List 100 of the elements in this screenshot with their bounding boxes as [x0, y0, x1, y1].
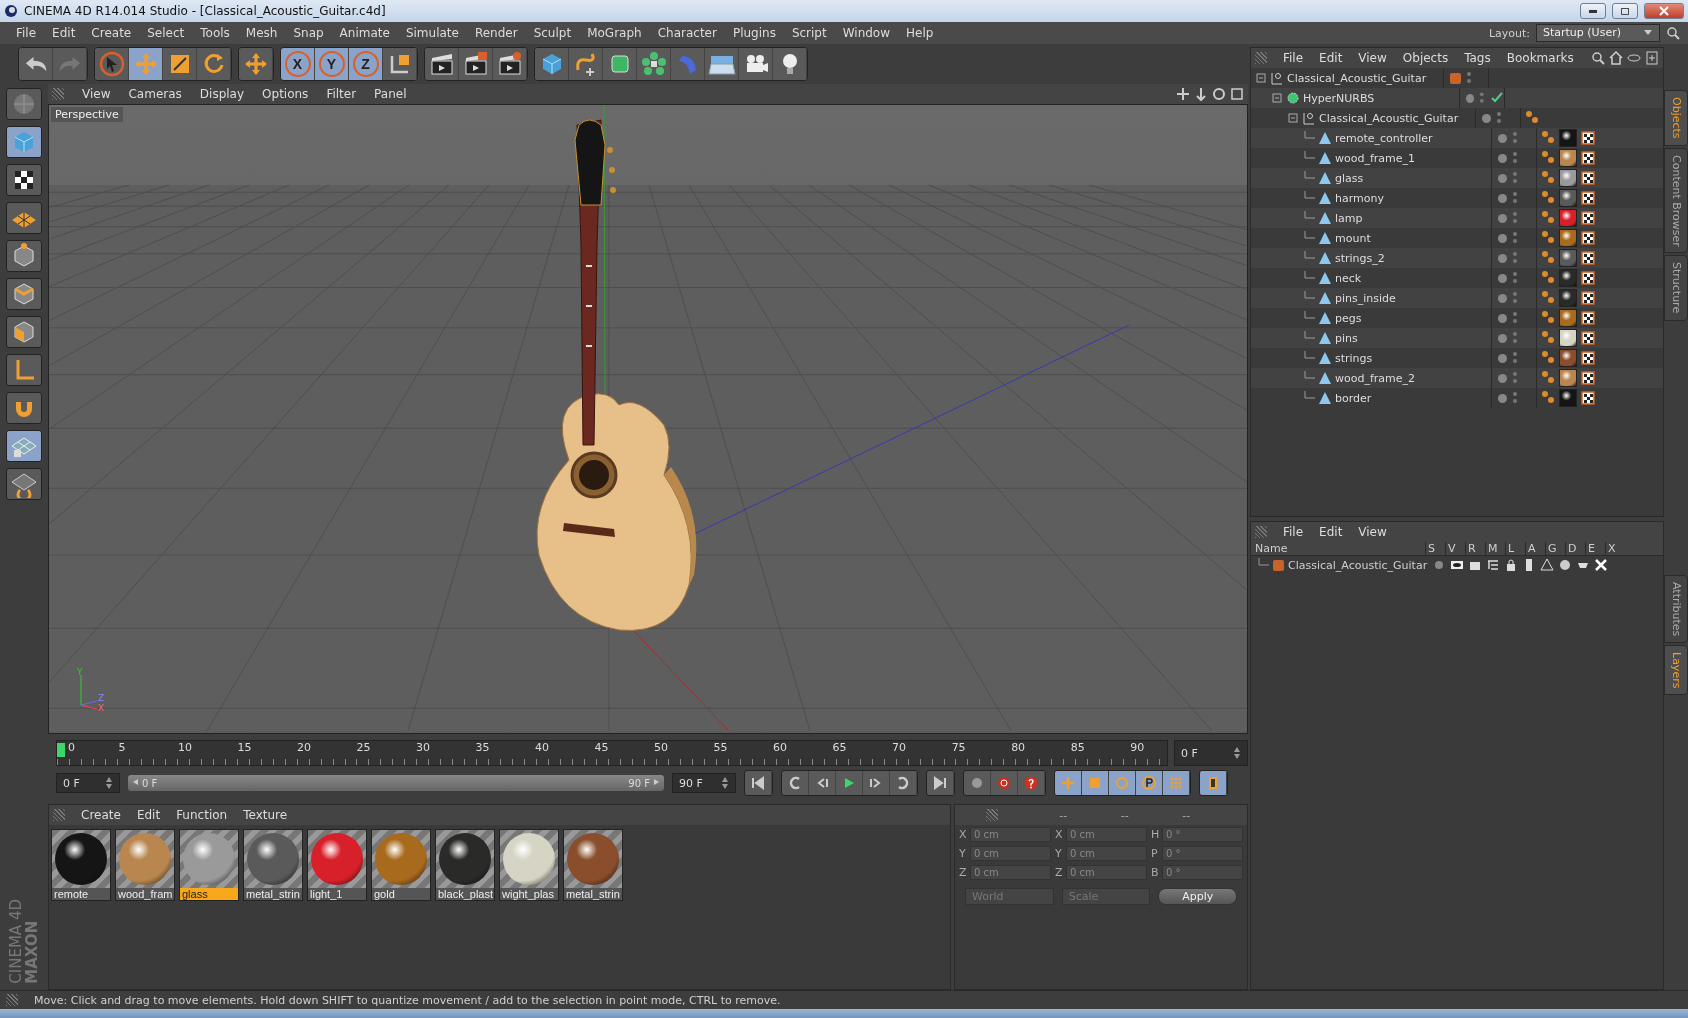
material-tag[interactable]: [1559, 209, 1577, 227]
editor-dot-icon[interactable]: [1466, 93, 1475, 103]
material-tag[interactable]: [1559, 269, 1577, 287]
object-name[interactable]: HyperNURBS: [1303, 91, 1375, 105]
viewport[interactable]: Perspective Y Z X: [48, 104, 1248, 734]
layout-dropdown[interactable]: Startup (User): [1536, 24, 1660, 42]
minimize-button[interactable]: [1580, 3, 1606, 19]
object-name[interactable]: Classical_Acoustic_Guitar: [1287, 71, 1427, 85]
editor-dot-icon[interactable]: [1498, 373, 1507, 383]
material-tag[interactable]: [1559, 129, 1577, 147]
material-tag[interactable]: [1559, 229, 1577, 247]
object-name[interactable]: pins: [1335, 331, 1358, 345]
toolbar-button[interactable]: [535, 48, 569, 80]
tool-button[interactable]: [6, 202, 42, 234]
grip-handle[interactable]: [1255, 526, 1267, 538]
grip-handle[interactable]: [52, 88, 64, 100]
menu-item[interactable]: Create: [83, 26, 140, 40]
layer-name[interactable]: Classical_Acoustic_Guitar: [1288, 558, 1428, 572]
tool-button[interactable]: [6, 164, 42, 196]
toolbar-button[interactable]: X: [281, 48, 315, 80]
column-header[interactable]: X: [1605, 542, 1625, 555]
menu-item[interactable]: MoGraph: [579, 26, 650, 40]
object-name[interactable]: pegs: [1335, 311, 1362, 325]
material-swatch[interactable]: gold: [371, 829, 431, 901]
menu-item[interactable]: Edit: [44, 26, 84, 40]
object-name[interactable]: wood_frame_1: [1335, 151, 1416, 165]
menu-item[interactable]: Tools: [192, 26, 238, 40]
menu-item[interactable]: File: [1275, 525, 1312, 539]
menu-item[interactable]: Edit: [128, 808, 169, 822]
menu-item[interactable]: Plugins: [724, 26, 784, 40]
menu-item[interactable]: Panel: [366, 87, 415, 101]
material-swatch[interactable]: metal_strin: [563, 829, 623, 901]
editor-dot-icon[interactable]: [1498, 293, 1507, 303]
menu-item[interactable]: Bookmarks: [1498, 51, 1582, 65]
object-name[interactable]: Classical_Acoustic_Guitar: [1319, 111, 1459, 125]
material-swatch[interactable]: glass: [179, 829, 239, 901]
object-name[interactable]: mount: [1335, 231, 1371, 245]
menu-item[interactable]: Character: [649, 26, 725, 40]
menu-item[interactable]: Simulate: [397, 26, 467, 40]
apply-button[interactable]: Apply: [1158, 888, 1237, 905]
menu-item[interactable]: Options: [254, 87, 317, 101]
menu-item[interactable]: Render: [466, 26, 526, 40]
start-frame-field[interactable]: 0 F: [56, 773, 120, 793]
object-name[interactable]: strings: [1335, 351, 1373, 365]
toolbar-button[interactable]: [425, 48, 459, 80]
menu-item[interactable]: Mesh: [237, 26, 286, 40]
menu-item[interactable]: Function: [168, 808, 236, 822]
grip-handle[interactable]: [1255, 52, 1267, 64]
menu-item[interactable]: Edit: [1311, 51, 1351, 65]
tool-button[interactable]: [6, 392, 42, 424]
menu-item[interactable]: Create: [73, 808, 129, 822]
editor-dot-icon[interactable]: [1498, 153, 1507, 163]
material-tag[interactable]: [1559, 309, 1577, 327]
close-button[interactable]: [1644, 3, 1684, 19]
menu-item[interactable]: View: [74, 87, 119, 101]
side-tab[interactable]: Structure: [1664, 255, 1688, 321]
menu-item[interactable]: Animate: [331, 26, 398, 40]
object-name[interactable]: strings_2: [1335, 251, 1385, 265]
tool-button[interactable]: [6, 126, 42, 158]
timeline-ruler[interactable]: 0 5 10 15 20 25 30 35 40 45 50 55 60 65 70 75 80 85 90: [56, 740, 1168, 766]
column-header[interactable]: Name: [1251, 542, 1425, 555]
material-swatch[interactable]: light_1: [307, 829, 367, 901]
menu-item[interactable]: Tags: [1456, 51, 1499, 65]
restore-button[interactable]: [1612, 3, 1638, 19]
tool-button[interactable]: [6, 354, 42, 386]
editor-dot-icon[interactable]: [1498, 133, 1507, 143]
object-name[interactable]: pins_inside: [1335, 291, 1396, 305]
menu-item[interactable]: Texture: [235, 808, 296, 822]
editor-dot-icon[interactable]: [1498, 253, 1507, 263]
object-name[interactable]: border: [1335, 391, 1372, 405]
material-tag[interactable]: [1559, 249, 1577, 267]
grip-handle[interactable]: [985, 809, 998, 821]
toolbar-button[interactable]: Z: [349, 48, 383, 80]
tool-button[interactable]: [6, 468, 42, 500]
tool-button[interactable]: [6, 240, 42, 272]
tool-button[interactable]: [6, 430, 42, 462]
editor-dot-icon[interactable]: [1498, 353, 1507, 363]
object-name[interactable]: glass: [1335, 171, 1364, 185]
object-name[interactable]: wood_frame_2: [1335, 371, 1416, 385]
toolbar-button[interactable]: [705, 48, 739, 80]
object-name[interactable]: lamp: [1335, 211, 1363, 225]
column-header[interactable]: S: [1425, 542, 1445, 555]
column-header[interactable]: M: [1485, 542, 1505, 555]
material-tag[interactable]: [1559, 189, 1577, 207]
material-tag[interactable]: [1559, 149, 1577, 167]
material-tag[interactable]: [1559, 389, 1577, 407]
material-tag[interactable]: [1559, 329, 1577, 347]
menu-item[interactable]: Select: [139, 26, 193, 40]
material-swatch[interactable]: wood_fram: [115, 829, 175, 901]
side-tab[interactable]: Objects: [1664, 90, 1688, 146]
column-header[interactable]: D: [1565, 542, 1585, 555]
column-header[interactable]: V: [1445, 542, 1465, 555]
editor-dot-icon[interactable]: [1498, 273, 1507, 283]
side-tab[interactable]: Attributes: [1664, 574, 1688, 643]
side-tab[interactable]: Content Browser: [1664, 147, 1688, 254]
toolbar-button[interactable]: Y: [315, 48, 349, 80]
grip-handle[interactable]: [6, 994, 18, 1006]
toolbar-button[interactable]: [19, 48, 53, 80]
material-swatch[interactable]: metal_strin: [243, 829, 303, 901]
editor-dot-icon[interactable]: [1498, 393, 1507, 403]
